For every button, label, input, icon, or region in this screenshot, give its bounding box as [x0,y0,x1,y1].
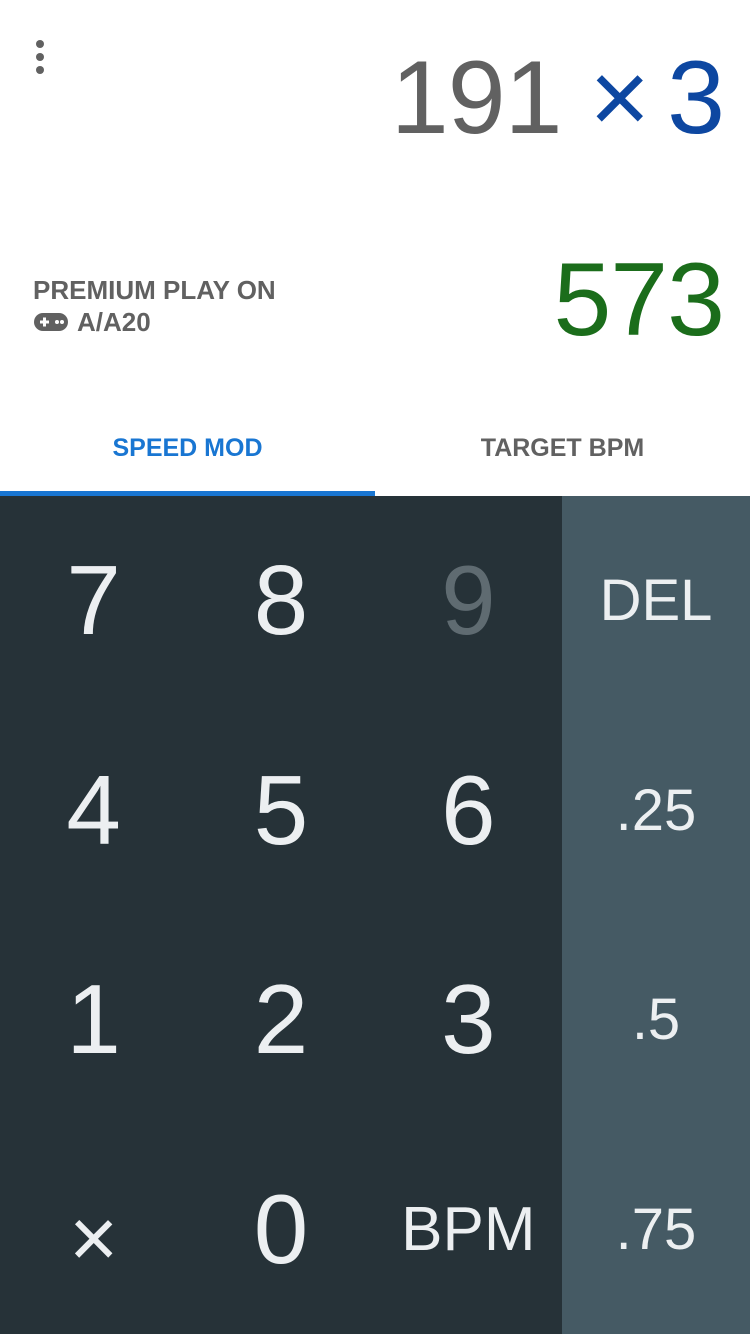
app-root: 191 × 3 PREMIUM PLAY ON A/A20 573 SPEED MO… [0,0,750,1334]
key-2[interactable]: 2 [187,915,374,1125]
key-6[interactable]: 6 [375,706,562,916]
key-multiply[interactable]: × [0,1125,187,1334]
key-quarter[interactable]: .25 [562,706,750,916]
game-mode-label: PREMIUM PLAY ON [33,275,276,305]
side-pad: DEL .25 .5 .75 [562,496,750,1334]
multiply-operator: × [589,40,650,156]
tab-target-bpm[interactable]: TARGET BPM [375,405,750,496]
menu-dot [36,66,44,74]
gamepad-icon [34,313,68,331]
key-8[interactable]: 8 [187,496,374,706]
game-version-label: A/A20 [77,307,151,337]
overflow-menu-button[interactable] [22,36,58,80]
keypad: 7 8 9 4 5 6 1 2 3 × 0 BPM DEL .25 .5 .75 [0,496,750,1334]
mode-tabs: SPEED MOD TARGET BPM [0,405,750,496]
key-4[interactable]: 4 [0,706,187,916]
expression-display: 191 × 3 [390,38,725,158]
game-version-row: A/A20 [33,306,276,338]
game-info: PREMIUM PLAY ON A/A20 [33,274,276,338]
key-1[interactable]: 1 [0,915,187,1125]
result-value: 573 [553,242,725,358]
key-delete[interactable]: DEL [562,496,750,706]
number-pad: 7 8 9 4 5 6 1 2 3 × 0 BPM [0,496,562,1334]
bpm-value: 191 [390,40,563,156]
key-3[interactable]: 3 [375,915,562,1125]
speed-mod-value: 3 [667,40,725,156]
key-7[interactable]: 7 [0,496,187,706]
menu-dot [36,53,44,61]
key-5[interactable]: 5 [187,706,374,916]
key-bpm[interactable]: BPM [375,1125,562,1334]
tab-speed-mod[interactable]: SPEED MOD [0,405,375,496]
menu-dot [36,40,44,48]
key-half[interactable]: .5 [562,915,750,1125]
key-9[interactable]: 9 [375,496,562,706]
key-three-quarter[interactable]: .75 [562,1125,750,1334]
key-0[interactable]: 0 [187,1125,374,1334]
